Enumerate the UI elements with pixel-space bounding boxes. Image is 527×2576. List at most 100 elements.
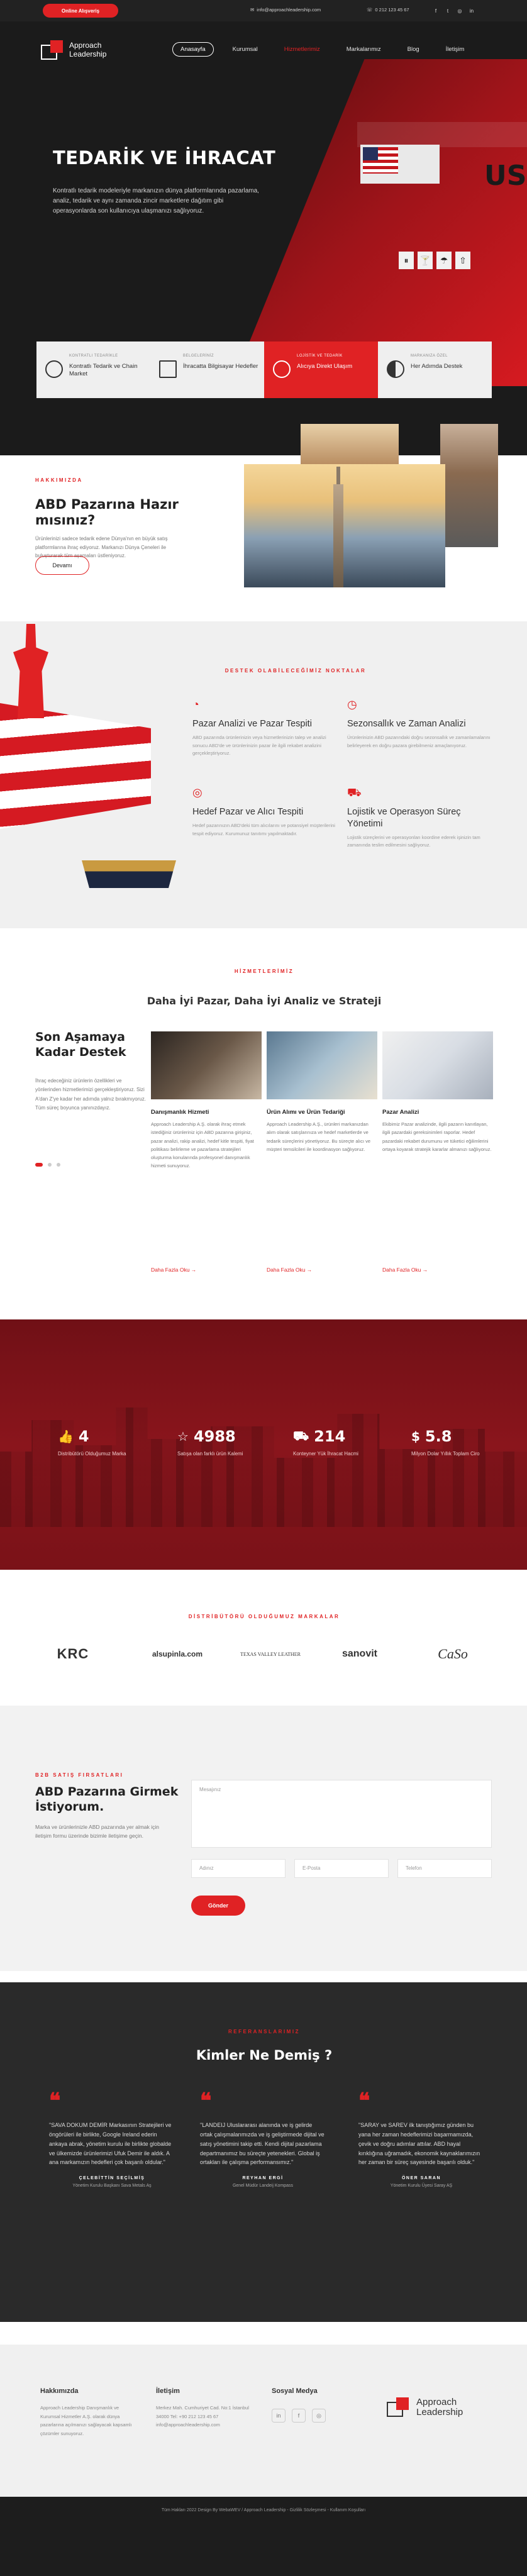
mail-icon: ✉ [250, 7, 255, 13]
brand-logo-texas-valley[interactable]: TEXAS VALLEY LEATHER [233, 1635, 308, 1673]
carousel-dot[interactable] [35, 1163, 43, 1167]
glass-icon: 🍸 [418, 252, 433, 269]
stat-item: ⛟ 214 Konteyner Yük İhracat Hacmi [293, 1428, 381, 1458]
facebook-icon[interactable]: f [431, 6, 440, 15]
hero-description: Kontratlı tedarik modeleriyle markanızın… [53, 187, 259, 214]
submit-button[interactable]: Gönder [191, 1896, 245, 1916]
us-flag-canton [363, 147, 378, 160]
quote-icon: ❝ [358, 2089, 370, 2114]
stat-item: 👍 4 Distribütörü Olduğumuz Marka [58, 1428, 146, 1458]
read-more-link[interactable]: Daha Fazla Oku → [382, 1267, 428, 1273]
logo-line-1: Approach [69, 41, 102, 50]
online-shopping-button[interactable]: Online Alışveriş [43, 4, 118, 18]
service-title: Hedef Pazar ve Alıcı Tespiti [192, 807, 304, 817]
instagram-icon[interactable]: ◎ [455, 6, 464, 15]
hero-image [231, 59, 527, 386]
logo-text: Approach Leadership [69, 41, 106, 59]
hero-decor [357, 122, 527, 147]
linkedin-icon[interactable]: in [467, 6, 476, 15]
feature-card[interactable]: KONTRATLI TEDARİKLE Kontratlı Tedarik ve… [36, 341, 150, 398]
read-more-link[interactable]: Daha Fazla Oku → [267, 1267, 312, 1273]
service-card[interactable]: Danışmanlık Hizmeti Approach Leadership … [151, 1031, 262, 1273]
arrow-right-icon: → [422, 1267, 428, 1273]
feature-card[interactable]: LOJİSTİK VE TEDARİK Alıcıya Direkt Ulaşı… [264, 341, 378, 398]
globe-icon [45, 360, 63, 378]
testimonial-role: Yönetim Kurulu Başkanı Sava Metals Aş [72, 2184, 152, 2189]
feature-kicker: MARKANIZA ÖZEL [411, 354, 448, 358]
service-card-text: Ekibimiz Pazar analizinde, ilgili pazarı… [382, 1121, 492, 1152]
service-title: Sezonsallık ve Zaman Analizi [347, 719, 466, 729]
stat-label: Konteyner Yük İhracat Hacmi [293, 1451, 358, 1457]
linkedin-icon[interactable]: in [272, 2409, 286, 2423]
feature-title: Kontratlı Tedarik ve Chain Market [69, 363, 138, 378]
refs-eyebrow: HİZMETLERİMİZ [234, 969, 294, 974]
testimonial-text: "LANDEIJ Uluslararası alanında ve iş gel… [200, 2122, 325, 2166]
service-card[interactable]: Pazar Analizi Ekibimiz Pazar analizinde,… [382, 1031, 493, 1273]
form-text: Marka ve ürünlerinizle ABD pazarında yer… [35, 1824, 160, 1840]
service-text: Ürünlerinizin ABD pazarındaki doğru sezo… [347, 734, 491, 748]
feature-kicker: LOJİSTİK VE TEDARİK [297, 354, 343, 358]
stat-label: Satışa olan farklı ürün Kalemi [177, 1451, 243, 1457]
service-text: Lojistik süreçlerini ve operasyonları ko… [347, 834, 480, 848]
email-input[interactable]: E-Posta [294, 1859, 389, 1878]
brand-logo-alsupinla[interactable]: alsupinla.com [140, 1635, 215, 1673]
testimonial-card: ❝ "LANDEIJ Uluslararası alanında ve iş g… [200, 2090, 326, 2188]
carousel-dot[interactable] [48, 1163, 52, 1167]
carousel-dot[interactable] [57, 1163, 60, 1167]
instagram-icon[interactable]: ◎ [312, 2409, 326, 2423]
contrast-icon [387, 360, 404, 378]
footer-about: Hakkımızda Approach Leadership Danışmanl… [40, 2387, 135, 2438]
email-info[interactable]: ✉ info@approachleadership.com [250, 7, 321, 13]
chart-icon: ◔ [192, 698, 199, 711]
feature-card[interactable]: MARKANIZA ÖZEL Her Adımda Destek [378, 341, 492, 398]
footer-contact: İletişim Merkez Mah. Cumhuriyet Cad. No:… [156, 2387, 250, 2429]
refs-left-text: İhraç edeceğiniz ürünlerin özellikleri v… [35, 1078, 147, 1111]
site-logo[interactable]: Approach Leadership [40, 38, 141, 63]
stat-number: 4988 [193, 1428, 236, 1445]
form-title: ABD Pazarına Girmek İstiyorum. [35, 1785, 179, 1814]
dropbox-icon [273, 360, 291, 378]
nav-contact[interactable]: İletişim [438, 43, 472, 56]
service-item[interactable]: ◷ Sezonsallık ve Zaman Analizi Ürünlerin… [347, 698, 492, 750]
stat-number: 4 [78, 1428, 89, 1445]
footer-logo[interactable]: Approach Leadership [386, 2396, 463, 2419]
testimonial-card: ❝ "SARAY ve SAREV ilk tanıştığımız günde… [358, 2090, 484, 2188]
usa-text: USA [484, 160, 527, 192]
service-item[interactable]: ⛟ Lojistik ve Operasyon Süreç Yönetimi L… [347, 786, 492, 850]
nav-corporate[interactable]: Kurumsal [225, 43, 265, 56]
feature-kicker: BELGELERİNİZ [183, 354, 214, 358]
refs-left-title: Son Aşamaya Kadar Destek [35, 1030, 126, 1059]
nav-services[interactable]: Hizmetlerimiz [277, 43, 328, 56]
nav-home[interactable]: Anasayfa [172, 42, 214, 57]
feature-card[interactable]: BELGELERİNİZ İhracatta Bilgisayar Hedefl… [150, 341, 264, 398]
read-more-label: Daha Fazla Oku [382, 1267, 421, 1273]
feature-kicker: KONTRATLI TEDARİKLE [69, 354, 118, 358]
service-item[interactable]: ◎ Hedef Pazar ve Alıcı Tespiti Hedef paz… [192, 786, 337, 838]
brand-logo-caso[interactable]: CaSo [415, 1635, 491, 1673]
nav-brands[interactable]: Markalarımız [339, 43, 389, 56]
nav-blog[interactable]: Blog [400, 43, 427, 56]
flag-stripes-decor [0, 703, 151, 829]
twitter-icon[interactable]: t [443, 6, 452, 15]
brand-logo-sanovit[interactable]: sanovit [322, 1635, 397, 1673]
facebook-icon[interactable]: f [292, 2409, 306, 2423]
service-text: Hedef pazarınızın ABD'deki tüm alıcıları… [192, 822, 335, 836]
cargo-ship-image [82, 860, 176, 888]
read-more-label: Daha Fazla Oku [267, 1267, 306, 1273]
footer-logo-line-2: Leadership [416, 2407, 463, 2418]
about-more-button[interactable]: Devamı [35, 556, 89, 575]
phone-info[interactable]: ☏ 0 212 123 45 67 [367, 7, 409, 13]
service-item[interactable]: ◔ Pazar Analizi ve Pazar Tespiti ABD paz… [192, 698, 337, 758]
name-input[interactable]: Adınız [191, 1859, 286, 1878]
service-title: Lojistik ve Operasyon Süreç Yönetimi [347, 807, 461, 829]
service-card-image [382, 1031, 493, 1099]
thumbs-up-icon: 👍 [58, 1429, 74, 1444]
footer-about-text: Approach Leadership Danışmanlık ve Kurum… [40, 2405, 132, 2436]
testimonial-text: "SARAY ve SAREV ilk tanıştığımız günden … [358, 2122, 480, 2166]
copyright-text: Tüm Hakları 2022 Design By WebaWEV / App… [161, 2508, 366, 2512]
service-card[interactable]: Ürün Alımı ve Ürün Tedariği Approach Lea… [267, 1031, 377, 1273]
phone-input[interactable]: Telefon [397, 1859, 492, 1878]
brand-logo-krc[interactable]: KRC [35, 1635, 111, 1673]
read-more-link[interactable]: Daha Fazla Oku → [151, 1267, 196, 1273]
message-textarea[interactable]: Mesajınız [191, 1780, 492, 1848]
